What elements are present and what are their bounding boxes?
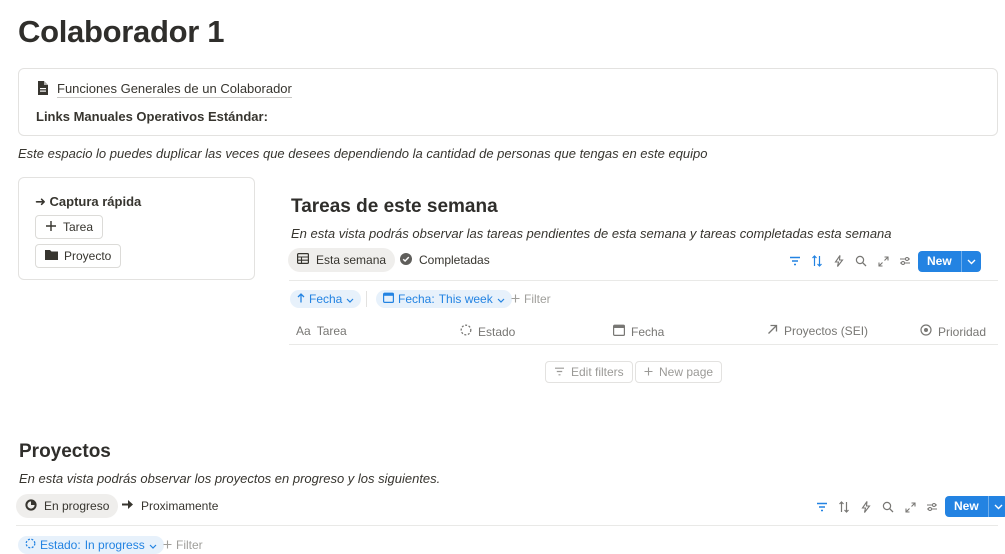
column-header-prioridad[interactable]: Prioridad — [920, 324, 986, 339]
sort-chip-fecha[interactable]: Fecha — [290, 290, 362, 308]
add-task-button[interactable]: Tarea — [35, 215, 104, 239]
filter-chip-value: This week — [438, 292, 493, 306]
sort-chip-label: Fecha — [309, 292, 343, 306]
column-header-fecha[interactable]: Fecha — [613, 324, 664, 339]
tab-label: Completadas — [419, 253, 490, 267]
edit-filters-button[interactable]: Edit filters — [545, 361, 633, 383]
chevron-down-icon — [149, 538, 157, 552]
filter-chip-prefix: Fecha: — [398, 292, 435, 306]
filter-icon[interactable] — [788, 254, 802, 268]
table-header-divider — [289, 344, 998, 345]
filter-icon[interactable] — [815, 500, 829, 514]
tasks-new-button[interactable]: New — [918, 251, 981, 272]
automation-bolt-icon[interactable] — [859, 500, 873, 514]
plus-icon — [644, 365, 653, 379]
new-page-button[interactable]: New page — [635, 361, 723, 383]
doc-link-label: Funciones Generales de un Colaborador — [57, 81, 292, 98]
add-filter-button[interactable]: Filter — [511, 292, 551, 306]
tab-proximamente[interactable]: Proximamente — [112, 494, 227, 518]
add-filter-button[interactable]: Filter — [163, 538, 203, 552]
filter-chip-fecha[interactable]: Fecha: This week — [376, 290, 512, 308]
check-circle-icon — [400, 252, 412, 268]
filter-chip-value: In progress — [84, 538, 145, 552]
search-icon[interactable] — [854, 254, 868, 268]
quick-capture-box: ➜ Captura rápida Tarea Proyecto — [18, 177, 255, 280]
quick-capture-title: ➜ Captura rápida — [35, 194, 142, 209]
new-page-label: New page — [659, 365, 714, 379]
projects-toolbar — [815, 500, 939, 514]
tab-label: Proximamente — [141, 499, 219, 513]
chevron-down-icon — [497, 292, 505, 306]
sort-icon[interactable] — [810, 254, 824, 268]
add-project-label: Proyecto — [64, 249, 112, 263]
tasks-view-title: Tareas de este semana — [291, 196, 498, 217]
filter-chip-prefix: Estado: — [40, 538, 81, 552]
doc-link-funciones[interactable]: Funciones Generales de un Colaborador — [37, 81, 292, 98]
projects-view-description: En esta vista podrás observar los proyec… — [19, 471, 441, 486]
chevron-down-icon[interactable] — [987, 496, 1005, 517]
filter-chip-estado[interactable]: Estado: In progress — [18, 536, 164, 554]
tasks-view-description: En esta vista podrás observar las tareas… — [291, 226, 892, 241]
document-icon — [37, 81, 49, 98]
tab-esta-semana[interactable]: Esta semana — [288, 248, 396, 272]
settings-sliders-icon[interactable] — [898, 254, 912, 268]
calendar-icon — [613, 324, 626, 339]
projects-divider — [16, 525, 998, 526]
text-aa-icon: Aa — [296, 324, 311, 338]
arrow-right-icon — [121, 499, 134, 513]
column-label: Estado — [478, 324, 516, 339]
arrow-up-icon — [297, 292, 305, 306]
chevron-down-icon — [346, 292, 354, 306]
edit-filters-label: Edit filters — [571, 365, 624, 379]
column-label: Tarea — [316, 324, 347, 338]
tab-label: En progreso — [44, 499, 110, 513]
search-icon[interactable] — [881, 500, 895, 514]
projects-view-title: Proyectos — [19, 441, 111, 462]
column-label: Prioridad — [938, 324, 987, 339]
automation-bolt-icon[interactable] — [832, 254, 846, 268]
filter-icon — [554, 365, 565, 379]
column-header-tarea[interactable]: Aa Tarea — [296, 324, 347, 338]
new-label: New — [927, 254, 952, 268]
relation-arrow-icon — [767, 324, 778, 338]
status-dashed-icon — [25, 538, 36, 552]
chip-separator — [366, 291, 367, 307]
chevron-down-icon[interactable] — [960, 251, 981, 272]
expand-icon[interactable] — [903, 500, 917, 514]
callout-box: Funciones Generales de un Colaborador Li… — [18, 68, 998, 136]
column-label: Proyectos (SEI) — [784, 324, 869, 338]
tasks-toolbar — [788, 254, 912, 268]
plus-icon — [163, 538, 172, 552]
add-project-button[interactable]: Proyecto — [35, 244, 122, 268]
column-header-estado[interactable]: Estado — [460, 324, 515, 339]
tasks-divider — [289, 280, 998, 281]
page-title: Colaborador 1 — [18, 14, 225, 49]
settings-sliders-icon[interactable] — [925, 500, 939, 514]
tab-completadas[interactable]: Completadas — [391, 248, 499, 272]
links-heading: Links Manuales Operativos Estándar: — [36, 109, 268, 124]
column-label: Fecha — [631, 324, 665, 339]
status-dashed-icon — [460, 324, 472, 339]
folder-icon — [45, 249, 58, 263]
sort-icon[interactable] — [837, 500, 851, 514]
plus-icon — [511, 292, 520, 306]
table-icon — [297, 253, 310, 267]
add-task-label: Tarea — [63, 220, 94, 234]
select-circle-icon — [920, 324, 932, 339]
tab-en-progreso[interactable]: En progreso — [16, 494, 119, 518]
add-filter-label: Filter — [176, 538, 203, 552]
tab-label: Esta semana — [316, 253, 387, 267]
page-description: Este espacio lo puedes duplicar las vece… — [18, 146, 708, 161]
expand-icon[interactable] — [876, 254, 890, 268]
projects-new-button[interactable]: New — [945, 496, 1005, 517]
progress-circle-icon — [25, 498, 37, 514]
add-filter-label: Filter — [524, 292, 551, 306]
calendar-icon — [383, 292, 395, 306]
new-label: New — [954, 499, 979, 513]
column-header-proyectos[interactable]: Proyectos (SEI) — [767, 324, 868, 338]
plus-icon — [45, 220, 57, 235]
